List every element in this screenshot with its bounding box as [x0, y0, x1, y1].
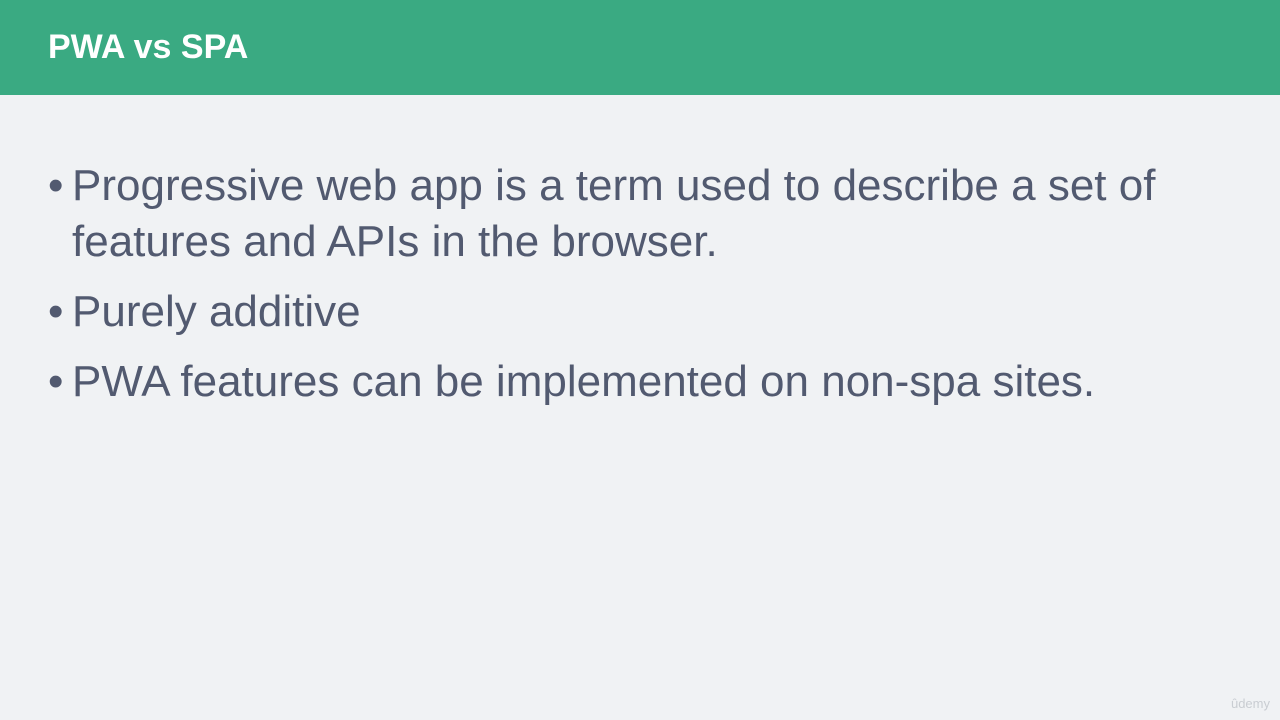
bullet-icon: • — [48, 161, 64, 210]
bullet-icon: • — [48, 357, 64, 406]
slide: PWA vs SPA • Progressive web app is a te… — [0, 0, 1280, 720]
bullet-text: Progressive web app is a term used to de… — [72, 161, 1156, 266]
slide-title: PWA vs SPA — [48, 28, 249, 66]
udemy-watermark: ûdemy — [1230, 696, 1270, 711]
title-bar: PWA vs SPA — [0, 0, 1280, 95]
bullet-list: • Progressive web app is a term used to … — [48, 158, 1228, 424]
bullet-text: PWA features can be implemented on non-s… — [72, 357, 1096, 406]
bullet-text: Purely additive — [72, 287, 361, 336]
bullet-item: • Progressive web app is a term used to … — [48, 158, 1228, 270]
bullet-icon: • — [48, 287, 64, 336]
bullet-item: • PWA features can be implemented on non… — [48, 354, 1228, 410]
bullet-item: • Purely additive — [48, 284, 1228, 340]
